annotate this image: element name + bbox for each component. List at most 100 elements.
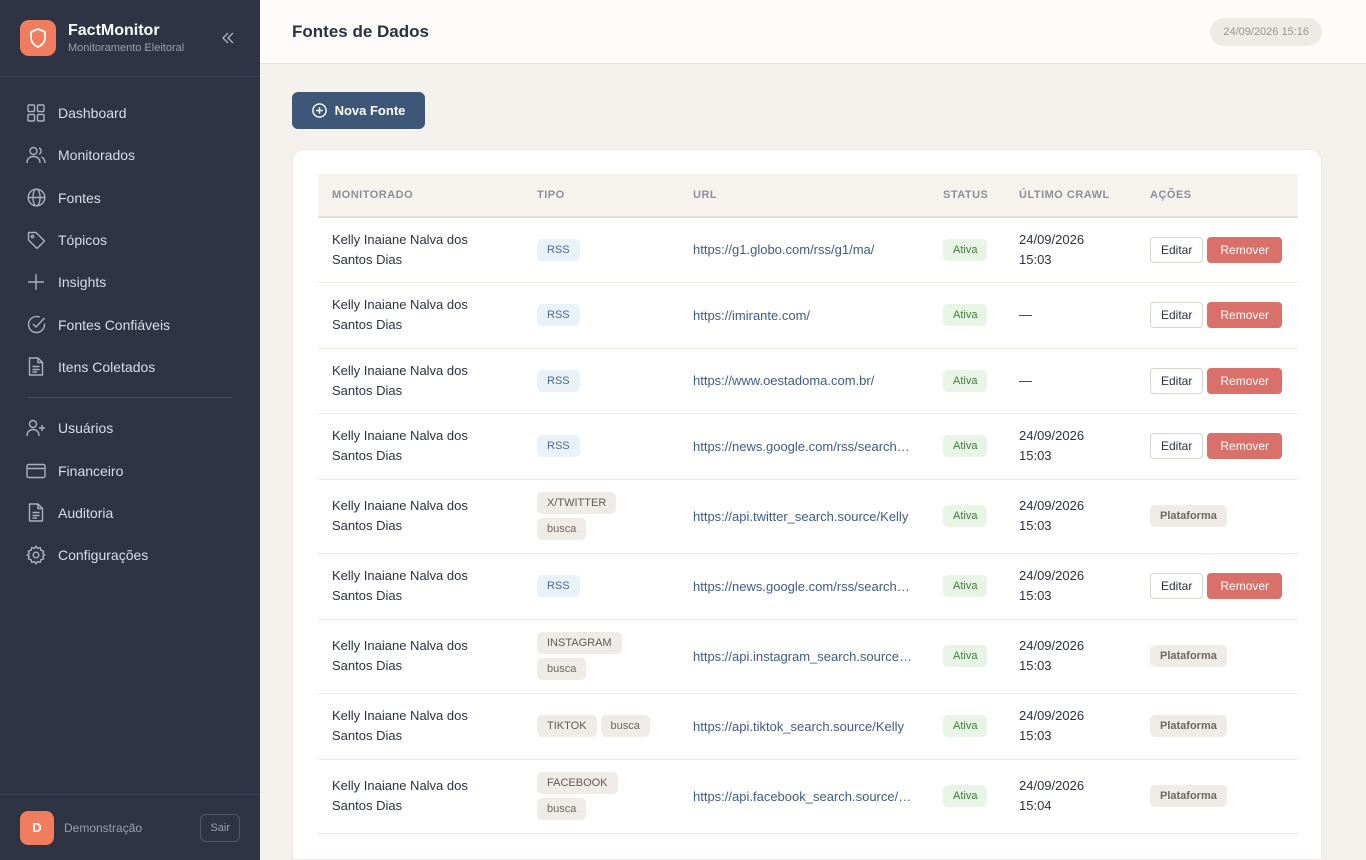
edit-button[interactable]: Editar [1150,367,1204,394]
sidebar-item-itens-coletados[interactable]: Itens Coletados [0,346,260,388]
source-url-link[interactable]: https://www.oestadoma.com.br/ [693,373,915,388]
plus-circle-icon [311,103,327,118]
status-badge: Ativa [943,369,988,392]
tag-icon [26,230,46,250]
document-icon [26,357,46,377]
sidebar-item-financeiro[interactable]: Financeiro [0,449,260,491]
url-cell: https://api.tiktok_search.source/Kelly [679,693,929,760]
source-type-badge: RSS [537,575,580,597]
actions-cell: Editar Remover [1136,553,1298,620]
sidebar-item-topicos[interactable]: Tópicos [0,219,260,261]
source-url-link[interactable]: https://api.facebook_search.source/Kelly [693,789,915,804]
remove-button[interactable]: Remover [1207,573,1283,599]
remove-button[interactable]: Remover [1207,302,1283,328]
source-type-badge: TIKTOK [537,715,597,737]
globe-icon [26,188,46,208]
last-crawl-date: 24/09/2026 [1019,778,1085,793]
sidebar-item-label: Fontes Confiáveis [58,316,171,333]
user-plus-icon [26,418,46,438]
last-crawl-cell: 24/09/2026 15:03 [1005,413,1136,480]
credit-card-icon [26,461,46,481]
actions-cell: Editar Remover [1136,217,1298,283]
platform-badge: Plataforma [1150,505,1227,527]
sidebar-item-label: Itens Coletados [58,358,156,375]
source-type-badge: RSS [537,369,580,392]
status-cell: Ativa [929,619,1005,694]
remove-button[interactable]: Remover [1207,433,1283,459]
last-crawl-cell: 24/09/2026 15:03 [1005,553,1136,620]
actions-cell: Plataforma [1136,759,1298,834]
source-url-link[interactable]: https://g1.globo.com/rss/g1/ma/ [693,242,915,257]
edit-button[interactable]: Editar [1150,433,1204,459]
last-crawl-date: 24/09/2026 [1019,568,1085,583]
sidebar-item-label: Usuários [58,420,114,437]
nav-divider [28,397,232,399]
status-badge: Ativa [943,238,988,261]
tipo-cell: RSS [523,553,679,620]
edit-button[interactable]: Editar [1150,236,1204,263]
sidebar-item-fontes[interactable]: Fontes [0,177,260,219]
remove-button[interactable]: Remover [1207,236,1283,263]
last-crawl-cell: — [1005,348,1136,414]
last-crawl-date: 24/09/2026 [1019,708,1085,723]
sidebar-item-auditoria[interactable]: Auditoria [0,492,260,534]
table-row: Kelly Inaiane Nalva dos Santos Dias TIKTO… [318,693,1298,760]
last-crawl-date: — [1019,307,1032,322]
table-body: Kelly Inaiane Nalva dos Santos Dias RSS ht… [318,217,1298,834]
table-row: Kelly Inaiane Nalva dos Santos Dias RSS ht… [318,413,1298,480]
sidebar-item-insights[interactable]: Insights [0,261,260,303]
status-badge: Ativa [943,505,988,527]
tipo-cell: RSS [523,282,679,349]
source-url-link[interactable]: https://api.twitter_search.source/Kelly [693,509,915,524]
grid-icon [26,103,46,123]
collapse-sidebar-button[interactable] [216,26,240,50]
source-url-link[interactable]: https://imirante.com/ [693,308,915,323]
sources-table: MONITORADO TIPO URL STATUS ÚLTIMO CRAWL … [318,174,1298,834]
sidebar-item-dashboard[interactable]: Dashboard [0,92,260,134]
platform-badge: Plataforma [1150,715,1227,737]
status-badge: Ativa [943,715,988,737]
table-row: Kelly Inaiane Nalva dos Santos Dias INSTA… [318,619,1298,694]
last-crawl-cell: 24/09/2026 15:03 [1005,619,1136,694]
new-source-button[interactable]: Nova Fonte [292,92,425,129]
search-mode-badge: busca [537,798,587,820]
table-row: Kelly Inaiane Nalva dos Santos Dias X/TWI… [318,479,1298,554]
source-url-link[interactable]: https://news.google.com/rss/search?q=Kel… [693,439,915,454]
file-icon [26,503,46,523]
tipo-cell: INSTAGRAM busca [523,619,679,694]
edit-button[interactable]: Editar [1150,573,1204,599]
actions-cell: Editar Remover [1136,348,1298,414]
remove-button[interactable]: Remover [1207,367,1283,394]
status-cell: Ativa [929,217,1005,283]
sidebar-item-configuracoes[interactable]: Configurações [0,534,260,576]
monitorado-cell: Kelly Inaiane Nalva dos Santos Dias [318,348,523,414]
datetime-badge: 24/09/2026 15:16 [1210,17,1322,46]
column-header: TIPO [523,174,679,218]
source-url-link[interactable]: https://news.google.com/rss/search?q=Kel… [693,579,915,594]
page-title: Fontes de Dados [292,21,429,41]
status-badge: Ativa [943,304,988,326]
last-crawl-cell: — [1005,282,1136,349]
sources-card: MONITORADO TIPO URL STATUS ÚLTIMO CRAWL … [292,149,1322,860]
edit-button[interactable]: Editar [1150,302,1204,328]
actions-cell: Plataforma [1136,693,1298,760]
logout-button[interactable]: Sair [200,813,240,842]
status-cell: Ativa [929,282,1005,349]
sidebar-item-fontes-confiaveis[interactable]: Fontes Confiáveis [0,303,260,345]
last-crawl-date: 24/09/2026 [1019,231,1085,247]
status-badge: Ativa [943,785,988,807]
source-url-link[interactable]: https://api.instagram_search.source/Kell… [693,649,915,664]
sidebar-item-monitorados[interactable]: Monitorados [0,134,260,176]
source-url-link[interactable]: https://api.tiktok_search.source/Kelly [693,719,915,734]
last-crawl-time: 15:04 [1019,798,1052,813]
status-cell: Ativa [929,553,1005,620]
last-crawl-cell: 24/09/2026 15:03 [1005,479,1136,554]
last-crawl-time: 15:03 [1019,588,1052,603]
status-cell: Ativa [929,759,1005,834]
sidebar-item-usuarios[interactable]: Usuários [0,407,260,449]
platform-badge: Plataforma [1150,785,1227,807]
url-cell: https://news.google.com/rss/search?q=Kel… [679,413,929,480]
url-cell: https://g1.globo.com/rss/g1/ma/ [679,217,929,283]
source-type-badge: RSS [537,304,580,326]
sidebar-item-label: Fontes [58,189,101,206]
